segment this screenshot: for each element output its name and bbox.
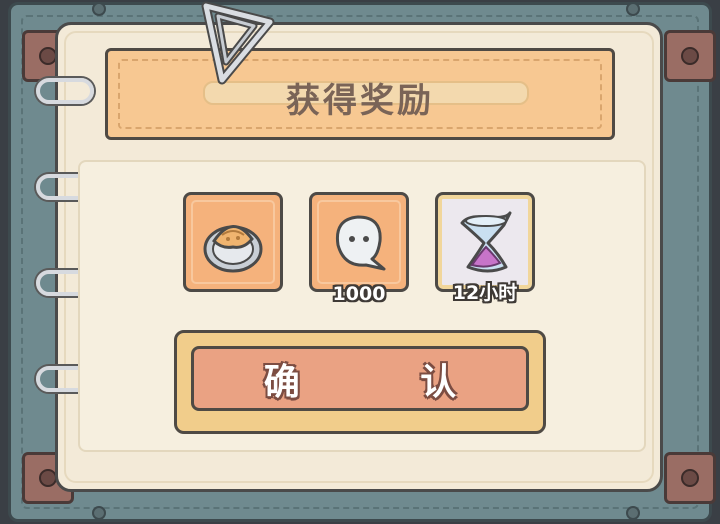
binder-ring — [36, 78, 94, 104]
reward-slot-pie[interactable] — [183, 192, 283, 292]
pie-crate-icon — [203, 225, 263, 273]
corner-plate — [664, 30, 716, 82]
confirm-button[interactable]: 确 认 — [191, 346, 529, 411]
ghost-soul-icon — [335, 215, 386, 271]
rivet — [626, 2, 640, 16]
paper-clip-icon — [201, 1, 275, 85]
corner-plate — [664, 452, 716, 504]
rivet — [92, 506, 106, 520]
reward-slot-hourglass[interactable]: 12小时 — [435, 192, 535, 304]
reward-slot-ghost[interactable]: 1000 — [309, 192, 409, 305]
panel-title: 获得奖励 — [286, 81, 434, 121]
rivet — [626, 506, 640, 520]
reward-count: 1000 — [332, 283, 386, 305]
title-banner: 获得奖励 — [105, 48, 615, 140]
confirm-button-frame: 确 认 — [174, 330, 546, 434]
rivet — [92, 2, 106, 16]
reward-count: 12小时 — [452, 282, 518, 304]
hourglass-icon — [460, 211, 512, 273]
